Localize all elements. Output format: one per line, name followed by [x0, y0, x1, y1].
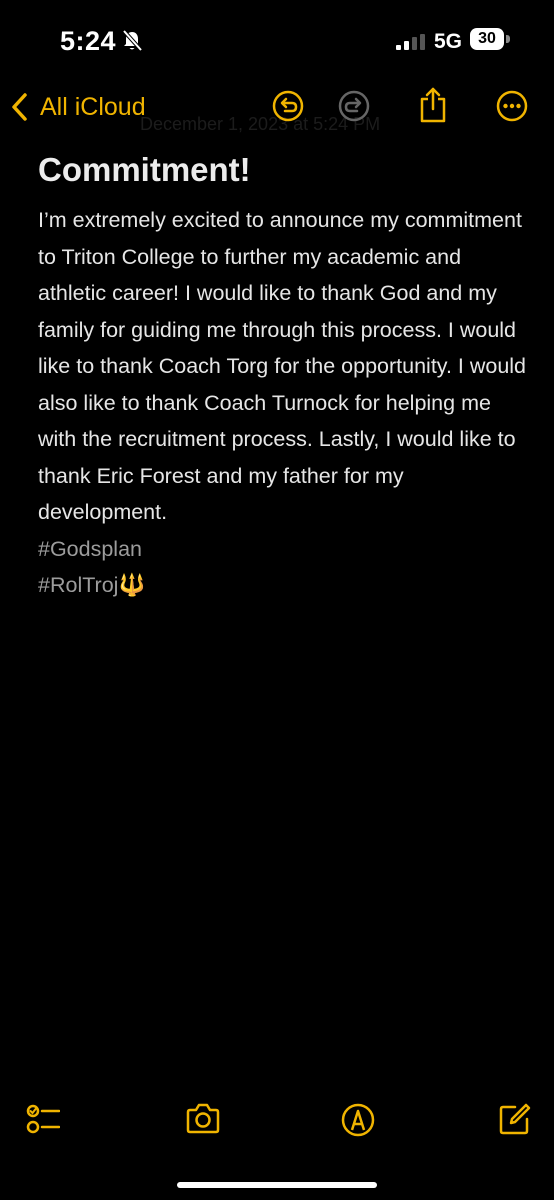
signal-icon	[396, 34, 425, 50]
undo-icon[interactable]	[272, 90, 304, 122]
more-icon[interactable]	[496, 90, 528, 122]
note-title: Commitment!	[38, 151, 251, 188]
camera-icon[interactable]	[184, 1102, 222, 1136]
home-indicator[interactable]	[177, 1182, 377, 1188]
trident-emoji: 🔱	[118, 573, 146, 597]
back-button[interactable]: All iCloud	[10, 84, 146, 130]
note-body: I’m extremely excited to announce my com…	[38, 208, 527, 524]
note-content[interactable]: Commitment! I’m extremely excited to ann…	[38, 146, 538, 604]
hashtag-roltroj: #RolTroj🔱	[38, 567, 538, 604]
checklist-icon[interactable]	[26, 1102, 60, 1136]
status-bar: 5:24 5G 30	[0, 0, 554, 80]
battery-indicator: 30	[470, 28, 512, 52]
compose-icon[interactable]	[498, 1102, 532, 1136]
nav-bar: All iCloud	[0, 84, 554, 132]
network-type: 5G	[434, 30, 463, 53]
status-time: 5:24	[60, 26, 117, 56]
bell-off-icon	[122, 30, 142, 52]
redo-icon[interactable]	[338, 90, 370, 122]
back-label: All iCloud	[40, 92, 146, 121]
share-icon[interactable]	[418, 86, 448, 124]
hashtag-godsplan: #Godsplan	[38, 536, 142, 561]
chevron-left-icon	[12, 93, 27, 121]
battery-tip	[506, 35, 510, 43]
hashtag-roltroj-text: #RolTroj	[38, 573, 119, 597]
markup-icon[interactable]	[340, 1102, 376, 1138]
notes-screen: 5:24 5G 30 December 1, 2023 at 5:24 PM A…	[0, 0, 554, 1200]
battery-level: 30	[470, 28, 504, 50]
